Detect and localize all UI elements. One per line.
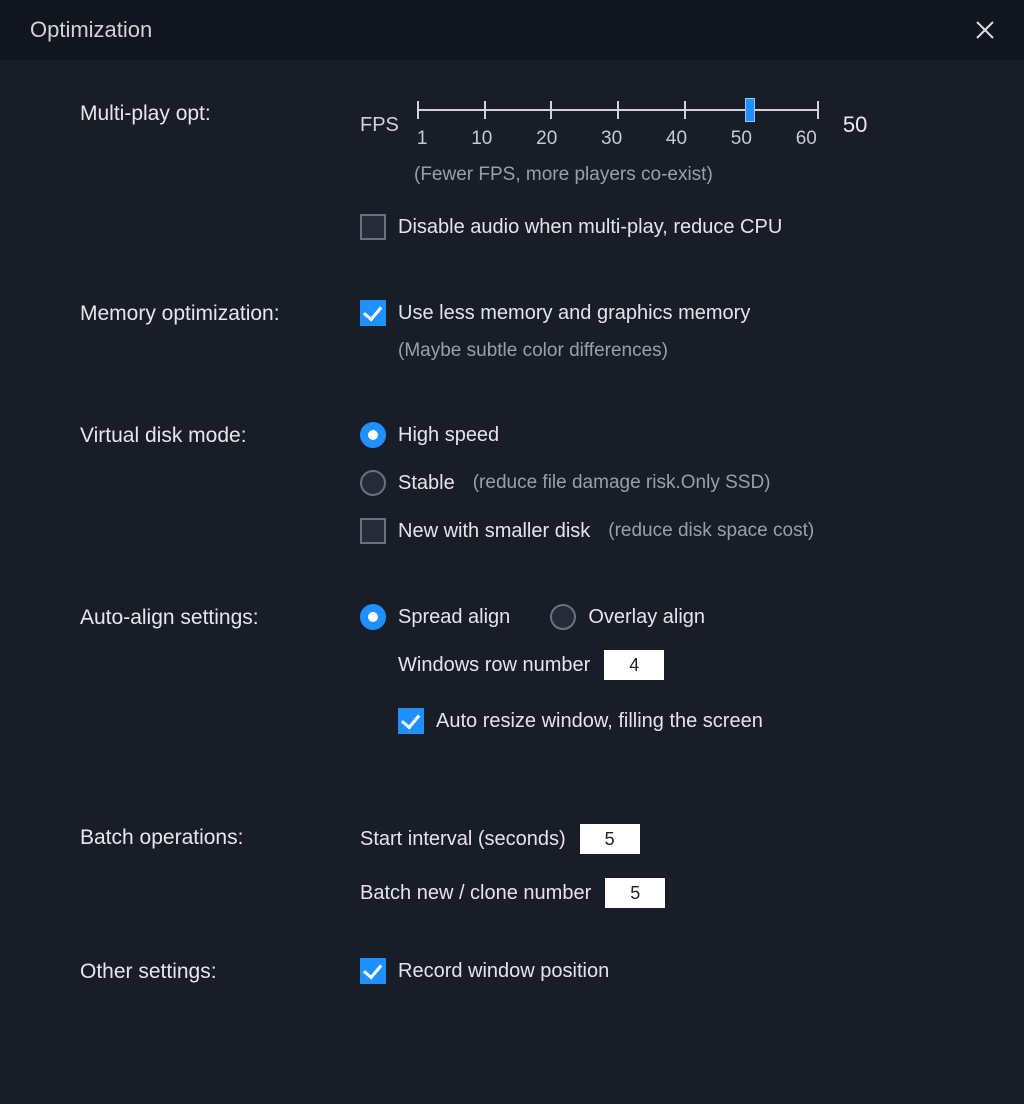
disable-audio-checkbox[interactable] <box>360 214 386 240</box>
vdisk-stable-radio[interactable] <box>360 470 386 496</box>
fps-slider[interactable]: 1 10 20 30 40 50 60 <box>417 100 817 150</box>
row-number-input[interactable] <box>604 650 664 680</box>
vdisk-high-speed-label: High speed <box>398 424 499 447</box>
fps-tick: 10 <box>471 128 492 150</box>
section-other: Other settings: Record window position <box>80 958 994 984</box>
overlay-align-row: Overlay align <box>550 604 705 630</box>
vdisk-stable-hint: (reduce file damage risk.Only SSD) <box>473 472 771 494</box>
virtual-disk-label: Virtual disk mode: <box>80 422 360 448</box>
titlebar: Optimization <box>0 0 1024 60</box>
section-auto-align: Auto-align settings: Spread align Overla… <box>80 604 994 734</box>
use-less-memory-row: Use less memory and graphics memory <box>360 300 994 326</box>
fps-tick: 1 <box>417 128 428 150</box>
vdisk-smaller-hint: (reduce disk space cost) <box>608 520 814 542</box>
overlay-align-label: Overlay align <box>588 606 705 629</box>
vdisk-high-speed-row: High speed <box>360 422 994 448</box>
vdisk-smaller-row: New with smaller disk (reduce disk space… <box>360 518 994 544</box>
batch-label: Batch operations: <box>80 824 360 850</box>
overlay-align-radio[interactable] <box>550 604 576 630</box>
fps-tick: 30 <box>601 128 622 150</box>
auto-resize-label: Auto resize window, filling the screen <box>436 710 763 733</box>
use-less-memory-label: Use less memory and graphics memory <box>398 302 750 325</box>
fps-prefix-label: FPS <box>360 114 399 137</box>
memory-hint: (Maybe subtle color differences) <box>398 340 994 362</box>
fps-slider-thumb[interactable] <box>745 98 755 122</box>
section-virtual-disk: Virtual disk mode: High speed Stable (re… <box>80 422 994 544</box>
record-position-row: Record window position <box>360 958 994 984</box>
multi-play-label: Multi-play opt: <box>80 100 360 126</box>
dialog-title: Optimization <box>30 17 152 43</box>
other-label: Other settings: <box>80 958 360 984</box>
memory-label: Memory optimization: <box>80 300 360 326</box>
fps-tick: 50 <box>731 128 752 150</box>
disable-audio-label: Disable audio when multi-play, reduce CP… <box>398 216 782 239</box>
auto-resize-row: Auto resize window, filling the screen <box>398 708 994 734</box>
spread-align-radio[interactable] <box>360 604 386 630</box>
clone-number-input[interactable] <box>605 878 665 908</box>
start-interval-input[interactable] <box>580 824 640 854</box>
other-controls: Record window position <box>360 958 994 984</box>
clone-number-label: Batch new / clone number <box>360 882 591 905</box>
fps-current-value: 50 <box>843 112 867 138</box>
record-position-label: Record window position <box>398 960 609 983</box>
auto-align-label: Auto-align settings: <box>80 604 360 630</box>
close-icon <box>974 19 996 41</box>
fps-tick: 40 <box>666 128 687 150</box>
batch-controls: Start interval (seconds) Batch new / clo… <box>360 824 994 908</box>
vdisk-stable-label: Stable <box>398 472 455 495</box>
auto-align-controls: Spread align Overlay align Windows row n… <box>360 604 994 734</box>
virtual-disk-controls: High speed Stable (reduce file damage ri… <box>360 422 994 544</box>
auto-resize-checkbox[interactable] <box>398 708 424 734</box>
section-multi-play: Multi-play opt: FPS <box>80 100 994 240</box>
start-interval-label: Start interval (seconds) <box>360 828 566 851</box>
fps-slider-row: FPS 1 10 <box>360 100 994 150</box>
vdisk-high-speed-radio[interactable] <box>360 422 386 448</box>
section-batch: Batch operations: Start interval (second… <box>80 824 994 908</box>
spread-align-row: Spread align <box>360 604 510 630</box>
disable-audio-row: Disable audio when multi-play, reduce CP… <box>360 214 994 240</box>
vdisk-stable-row: Stable (reduce file damage risk.Only SSD… <box>360 470 994 496</box>
row-number-field: Windows row number <box>398 650 994 680</box>
record-position-checkbox[interactable] <box>360 958 386 984</box>
spread-align-label: Spread align <box>398 606 510 629</box>
fps-tick: 20 <box>536 128 557 150</box>
vdisk-smaller-checkbox[interactable] <box>360 518 386 544</box>
fps-tick: 60 <box>796 128 817 150</box>
dialog-content: Multi-play opt: FPS <box>0 60 1024 984</box>
fps-tick-labels: 1 10 20 30 40 50 60 <box>417 128 817 150</box>
vdisk-smaller-label: New with smaller disk <box>398 520 590 543</box>
clone-number-field: Batch new / clone number <box>360 878 994 908</box>
close-button[interactable] <box>968 13 1002 47</box>
section-memory: Memory optimization: Use less memory and… <box>80 300 994 362</box>
multi-play-controls: FPS 1 10 <box>360 100 994 240</box>
memory-controls: Use less memory and graphics memory (May… <box>360 300 994 362</box>
row-number-label: Windows row number <box>398 654 590 677</box>
align-mode-group: Spread align Overlay align <box>360 604 994 630</box>
use-less-memory-checkbox[interactable] <box>360 300 386 326</box>
start-interval-field: Start interval (seconds) <box>360 824 994 854</box>
fps-hint: (Fewer FPS, more players co-exist) <box>414 164 994 186</box>
